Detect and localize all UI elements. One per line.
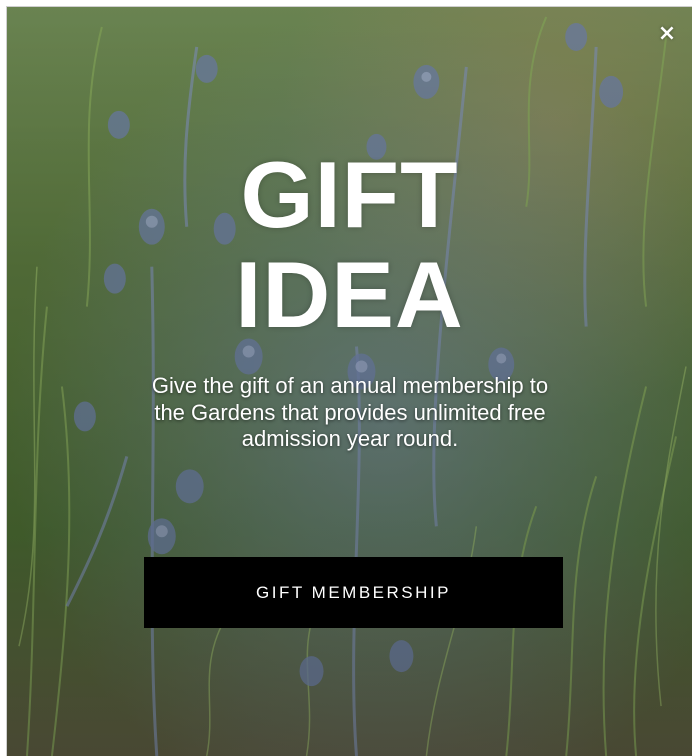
headline: GIFT IDEA xyxy=(7,145,692,345)
gift-membership-button-label: GIFT MEMBERSHIP xyxy=(256,582,451,602)
promo-description: Give the gift of an annual membership to… xyxy=(151,373,549,451)
headline-line-1: GIFT xyxy=(240,142,459,247)
headline-line-2: IDEA xyxy=(235,242,464,347)
gift-membership-button[interactable]: GIFT MEMBERSHIP xyxy=(144,557,563,628)
gift-popup-modal: × GIFT IDEA Give the gift of an annual m… xyxy=(6,6,692,756)
close-icon[interactable]: × xyxy=(656,23,678,45)
